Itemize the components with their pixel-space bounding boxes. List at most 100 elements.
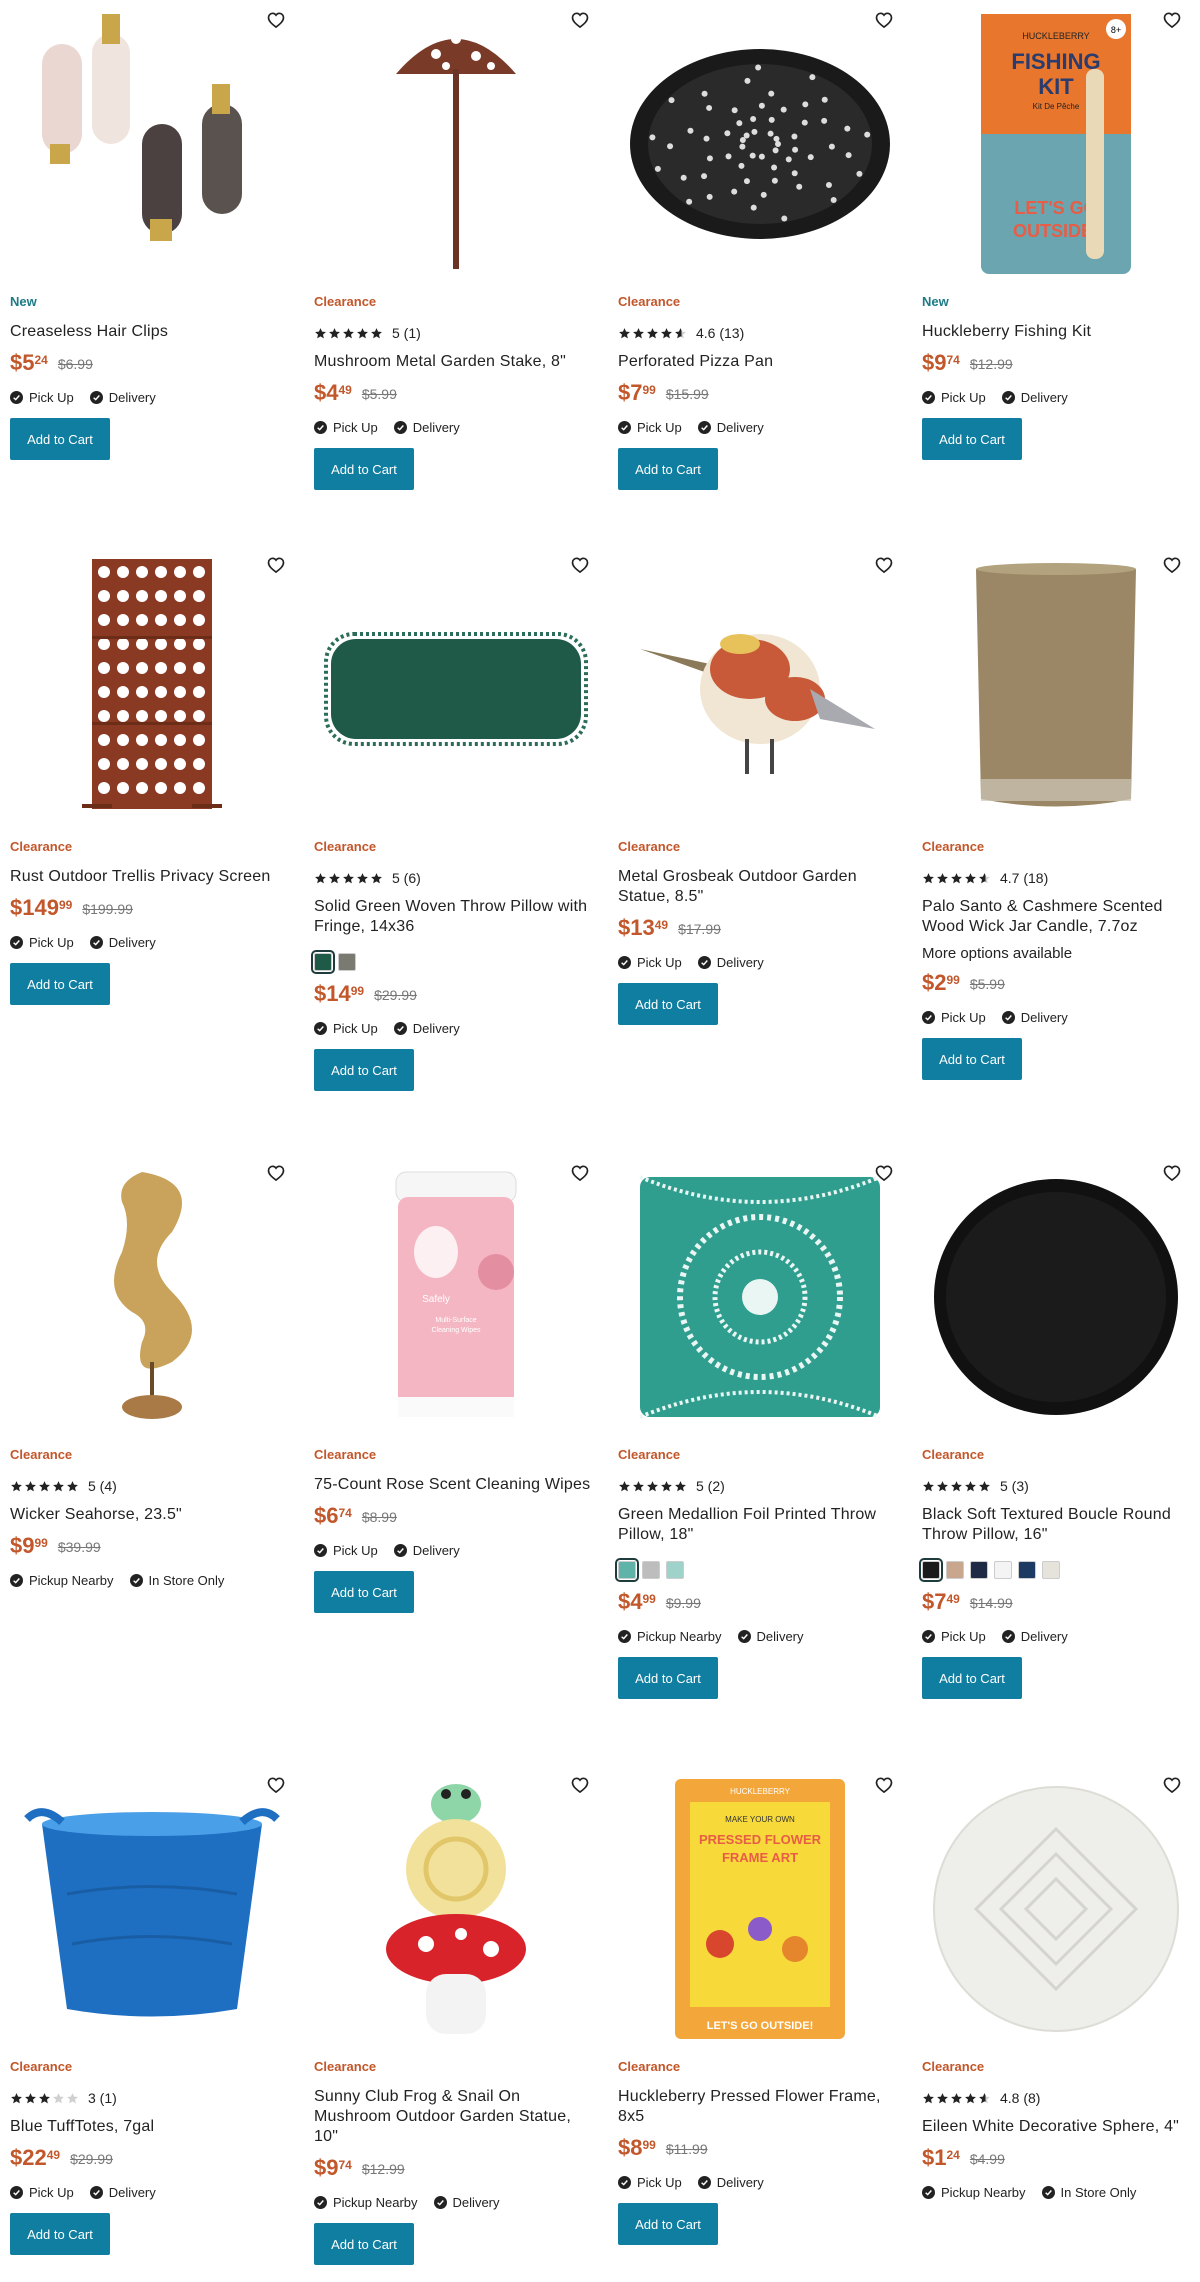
color-swatch[interactable] [311, 950, 335, 974]
svg-text:FISHING: FISHING [1011, 49, 1100, 74]
heart-outline-icon[interactable] [570, 10, 590, 30]
add-to-cart-button[interactable]: Add to Cart [314, 1049, 414, 1091]
product-image[interactable] [10, 1769, 294, 2049]
add-to-cart-button[interactable]: Add to Cart [922, 418, 1022, 460]
product-name[interactable]: 75-Count Rose Scent Cleaning Wipes [314, 1475, 594, 1495]
add-to-cart-button[interactable]: Add to Cart [10, 2213, 110, 2255]
add-to-cart-button[interactable]: Add to Cart [618, 448, 718, 490]
product-image[interactable] [10, 1157, 294, 1437]
product-image[interactable]: HUCKLEBERRY FISHING KIT Kit De Pêche LET… [922, 4, 1190, 284]
product-rating[interactable]: 3 (1) [10, 2089, 294, 2107]
add-to-cart-button[interactable]: Add to Cart [10, 418, 110, 460]
add-to-cart-button[interactable]: Add to Cart [618, 2203, 718, 2245]
heart-outline-icon[interactable] [874, 10, 894, 30]
product-card: New Creaseless Hair Clips $5 24 $6.99 Pick Up… [0, 0, 304, 545]
product-name[interactable]: Sunny Club Frog & Snail On Mushroom Outd… [314, 2087, 594, 2147]
add-to-cart-button[interactable]: Add to Cart [314, 1571, 414, 1613]
product-rating[interactable]: 4.8 (8) [922, 2089, 1190, 2107]
color-swatch[interactable] [946, 1561, 964, 1579]
color-swatch[interactable] [919, 1558, 943, 1582]
product-image[interactable] [922, 549, 1190, 829]
color-swatch[interactable] [338, 953, 356, 971]
product-image[interactable] [10, 549, 294, 829]
product-rating[interactable]: 5 (1) [314, 324, 598, 342]
product-name[interactable]: Black Soft Textured Boucle Round Throw P… [922, 1505, 1190, 1545]
sale-price: $1 24 [922, 2145, 960, 2171]
product-image[interactable] [314, 549, 598, 829]
star-icon [674, 1480, 687, 1493]
heart-outline-icon[interactable] [1162, 555, 1182, 575]
product-rating[interactable]: 5 (3) [922, 1477, 1190, 1495]
product-image[interactable] [314, 4, 598, 284]
color-swatch[interactable] [615, 1558, 639, 1582]
product-rating[interactable]: 5 (2) [618, 1477, 902, 1495]
check-circle-icon [922, 390, 935, 404]
product-image[interactable] [618, 4, 902, 284]
heart-outline-icon[interactable] [570, 555, 590, 575]
color-swatch[interactable] [666, 1561, 684, 1579]
original-price: $4.99 [969, 2151, 1005, 2167]
product-image[interactable] [10, 4, 294, 284]
product-image[interactable] [922, 1157, 1190, 1437]
add-to-cart-button[interactable]: Add to Cart [314, 2223, 414, 2265]
svg-text:HUCKLEBERRY: HUCKLEBERRY [1022, 31, 1089, 41]
star-icon [922, 2092, 935, 2105]
product-name[interactable]: Huckleberry Fishing Kit [922, 322, 1190, 342]
fulfillment-label: Delivery [716, 954, 764, 970]
product-name[interactable]: Blue TuffTotes, 7gal [10, 2117, 290, 2137]
product-rating[interactable]: 4.7 (18) [922, 869, 1190, 887]
add-to-cart-button[interactable]: Add to Cart [922, 1657, 1022, 1699]
fulfillment-option: In Store Only [1041, 2185, 1136, 2200]
heart-outline-icon[interactable] [1162, 1775, 1182, 1795]
fulfillment-label: Delivery [756, 1628, 804, 1644]
product-name[interactable]: Wicker Seahorse, 23.5" [10, 1505, 290, 1525]
check-circle-icon [129, 1573, 143, 1587]
heart-outline-icon[interactable] [266, 1163, 286, 1183]
product-name[interactable]: Mushroom Metal Garden Stake, 8" [314, 352, 594, 372]
color-swatch[interactable] [1018, 1561, 1036, 1579]
product-image[interactable]: HUCKLEBERRY MAKE YOUR OWN PRESSED FLOWER… [618, 1769, 902, 2049]
heart-outline-icon[interactable] [874, 1163, 894, 1183]
add-to-cart-button[interactable]: Add to Cart [618, 983, 718, 1025]
product-image[interactable] [314, 1769, 598, 2049]
product-rating[interactable]: 5 (4) [10, 1477, 294, 1495]
product-name[interactable]: Huckleberry Pressed Flower Frame, 8x5 [618, 2087, 898, 2127]
add-to-cart-button[interactable]: Add to Cart [10, 963, 110, 1005]
heart-outline-icon[interactable] [1162, 10, 1182, 30]
product-name[interactable]: Rust Outdoor Trellis Privacy Screen [10, 867, 290, 887]
fulfillment-label: Delivery [108, 934, 156, 950]
add-to-cart-button[interactable]: Add to Cart [314, 448, 414, 490]
product-name[interactable]: Metal Grosbeak Outdoor Garden Statue, 8.… [618, 867, 898, 907]
fulfillment-label: Pick Up [333, 1020, 378, 1036]
fulfillment-option: Pick Up [10, 935, 74, 950]
product-name[interactable]: Eileen White Decorative Sphere, 4" [922, 2117, 1190, 2137]
product-rating[interactable]: 4.6 (13) [618, 324, 902, 342]
product-image[interactable] [618, 1157, 902, 1437]
add-to-cart-button[interactable]: Add to Cart [922, 1038, 1022, 1080]
heart-outline-icon[interactable] [874, 1775, 894, 1795]
heart-outline-icon[interactable] [570, 1775, 590, 1795]
svg-text:KIT: KIT [1038, 74, 1074, 99]
product-image[interactable]: Safely Multi-Surface Cleaning Wipes [314, 1157, 598, 1437]
product-image[interactable] [618, 549, 902, 829]
product-name[interactable]: Perforated Pizza Pan [618, 352, 898, 372]
heart-outline-icon[interactable] [874, 555, 894, 575]
check-circle-icon [618, 955, 631, 969]
heart-outline-icon[interactable] [1162, 1163, 1182, 1183]
heart-outline-icon[interactable] [266, 1775, 286, 1795]
product-name[interactable]: Palo Santo & Cashmere Scented Wood Wick … [922, 897, 1190, 937]
product-rating[interactable]: 5 (6) [314, 869, 598, 887]
color-swatch[interactable] [970, 1561, 988, 1579]
color-swatch[interactable] [994, 1561, 1012, 1579]
add-to-cart-button[interactable]: Add to Cart [618, 1657, 718, 1699]
heart-outline-icon[interactable] [266, 555, 286, 575]
product-name[interactable]: Solid Green Woven Throw Pillow with Frin… [314, 897, 594, 937]
heart-outline-icon[interactable] [570, 1163, 590, 1183]
product-name[interactable]: Green Medallion Foil Printed Throw Pillo… [618, 1505, 898, 1545]
sale-price: $4 99 [618, 1589, 656, 1615]
color-swatch[interactable] [642, 1561, 660, 1579]
product-name[interactable]: Creaseless Hair Clips [10, 322, 290, 342]
heart-outline-icon[interactable] [266, 10, 286, 30]
color-swatch[interactable] [1042, 1561, 1060, 1579]
product-image[interactable] [922, 1769, 1190, 2049]
